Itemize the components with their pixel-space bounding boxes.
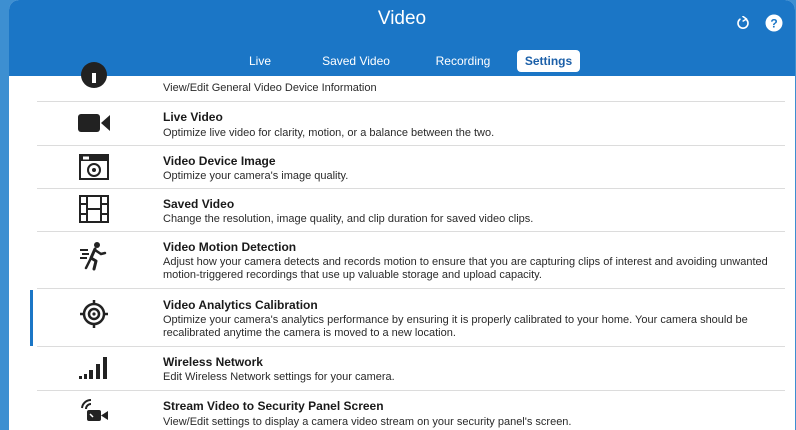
settings-item-description: Edit Wireless Network settings for your … — [163, 371, 395, 383]
refresh-icon[interactable] — [733, 13, 753, 33]
tab-bar: Live Video Saved Video Clips Recording R… — [9, 50, 795, 90]
video-camera-icon — [77, 108, 111, 138]
info-icon — [77, 60, 111, 90]
selected-row-indicator — [30, 290, 33, 346]
signal-bars-icon — [77, 353, 111, 383]
settings-item-description: View/Edit General Video Device Informati… — [163, 82, 377, 94]
settings-item-video-analytics-calibration[interactable]: Video Analytics Calibration Optimize you… — [37, 289, 785, 347]
stream-camera-icon — [77, 396, 111, 426]
settings-item-stream-video[interactable]: Stream Video to Security Panel Screen Vi… — [37, 391, 785, 430]
target-icon — [77, 299, 111, 329]
settings-item-description: Adjust how your camera detects and recor… — [163, 256, 768, 281]
settings-item-title: Video Device Image — [163, 154, 276, 168]
settings-item-wireless-network[interactable]: Wireless Network Edit Wireless Network s… — [37, 347, 785, 391]
settings-item-title: Video Motion Detection — [163, 240, 297, 254]
settings-item-description: Change the resolution, image quality, an… — [163, 213, 534, 225]
settings-item-description: Optimize your camera's analytics perform… — [163, 314, 748, 339]
svg-text:?: ? — [770, 17, 777, 31]
tab-saved-video-clips[interactable]: Saved Video Clips — [309, 50, 403, 90]
settings-item-title: Wireless Network — [163, 355, 263, 369]
motion-runner-icon — [77, 241, 111, 271]
settings-item-title: Video Analytics Calibration — [163, 298, 318, 312]
settings-item-title: Live Video — [163, 110, 223, 124]
settings-item-title: Saved Video — [163, 197, 235, 211]
settings-item-video-motion-detection[interactable]: Video Motion Detection Adjust how your c… — [37, 232, 785, 289]
help-icon[interactable]: ? — [764, 13, 784, 33]
film-strip-icon — [77, 194, 111, 224]
settings-item-general[interactable]: View/Edit General Video Device Informati… — [37, 62, 785, 102]
app-header: Video ? Live Video Saved Video Clips Rec… — [9, 0, 795, 90]
tab-settings[interactable]: Settings — [517, 50, 580, 72]
tab-recording-rules[interactable]: Recording Rules — [421, 50, 505, 90]
settings-item-live-video[interactable]: Live Video Optimize live video for clari… — [37, 102, 785, 146]
settings-item-saved-video[interactable]: Saved Video Change the resolution, image… — [37, 189, 785, 232]
settings-item-title: Stream Video to Security Panel Screen — [163, 399, 384, 413]
tab-live-video[interactable]: Live Video — [233, 50, 287, 90]
settings-item-video-device-image[interactable]: Video Device Image Optimize your camera'… — [37, 146, 785, 189]
settings-item-description: Optimize live video for clarity, motion,… — [163, 127, 495, 139]
camera-image-icon — [77, 152, 111, 182]
settings-item-description: View/Edit settings to display a camera v… — [163, 416, 572, 428]
settings-item-description: Optimize your camera's image quality. — [163, 170, 349, 182]
settings-list: View/Edit General Video Device Informati… — [9, 62, 795, 430]
app-window: Video ? Live Video Saved Video Clips Rec… — [9, 0, 795, 430]
page-title: Video — [377, 8, 427, 29]
